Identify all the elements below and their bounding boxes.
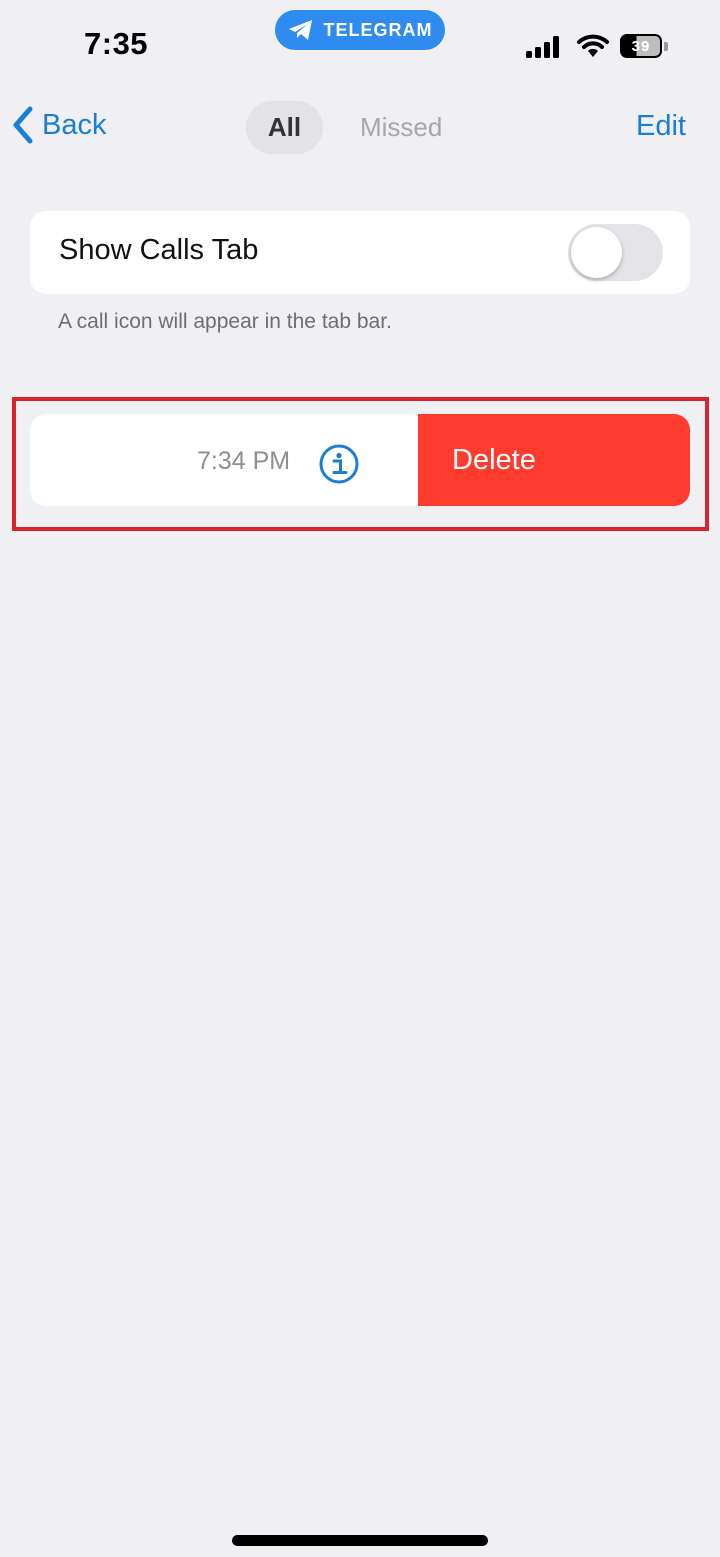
battery-cap <box>664 42 668 51</box>
toggle-knob <box>571 227 622 278</box>
highlight-annotation-box <box>12 397 709 531</box>
show-calls-tab-label: Show Calls Tab <box>59 234 259 266</box>
home-indicator[interactable] <box>232 1535 488 1546</box>
telegram-plane-icon <box>288 20 312 40</box>
telegram-app-indicator[interactable]: TELEGRAM <box>275 10 445 50</box>
battery-icon: 39 <box>620 34 662 58</box>
segment-all-label: All <box>267 112 302 142</box>
settings-footer-note: A call icon will appear in the tab bar. <box>58 310 392 333</box>
battery-level: 39 <box>631 37 651 55</box>
show-calls-tab-toggle[interactable] <box>568 224 663 281</box>
segment-missed[interactable]: Missed <box>360 112 442 143</box>
signal-icon <box>526 36 559 58</box>
chevron-left-icon <box>13 106 33 144</box>
back-label: Back <box>42 108 107 141</box>
edit-button[interactable]: Edit <box>636 110 686 143</box>
back-button[interactable]: Back <box>12 106 106 144</box>
status-time: 7:35 <box>84 26 149 61</box>
segment-all[interactable]: All <box>246 101 323 154</box>
app-indicator-label: TELEGRAM <box>323 19 433 40</box>
wifi-icon <box>577 34 609 57</box>
